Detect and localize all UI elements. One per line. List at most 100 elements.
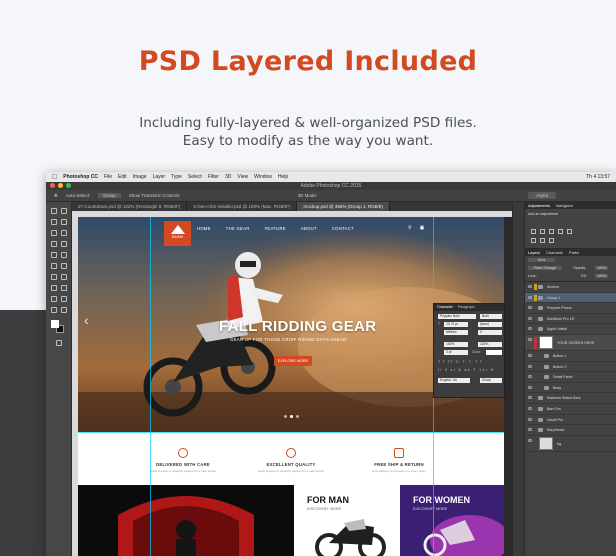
shape-icon[interactable] — [61, 296, 67, 302]
layer-row[interactable]: MacBook Pro 16" — [525, 314, 616, 325]
eye-icon[interactable] — [528, 306, 532, 310]
transform-controls-checkbox[interactable]: Show Transform Controls — [129, 193, 180, 198]
minimize-window-icon[interactable] — [58, 183, 63, 188]
leading-input[interactable]: (Auto) — [478, 322, 502, 327]
auto-select-checkbox[interactable]: Auto-Select: — [66, 193, 91, 198]
menu-image[interactable]: Image — [133, 174, 147, 180]
group-select[interactable]: Group — [98, 193, 121, 198]
close-window-icon[interactable] — [50, 183, 55, 188]
tile-featured[interactable] — [78, 485, 294, 556]
eye-icon[interactable] — [528, 396, 532, 400]
menu-file[interactable]: File — [104, 174, 112, 180]
color-balance-icon[interactable] — [540, 238, 545, 243]
menu-filter[interactable]: Filter — [208, 174, 219, 180]
menu-photoshop[interactable]: Photoshop CC — [63, 174, 98, 180]
magic-wand-icon[interactable] — [61, 219, 67, 225]
menu-layer[interactable]: Layer — [153, 174, 166, 180]
vibrance-icon[interactable] — [567, 229, 572, 234]
hand-icon[interactable] — [51, 307, 57, 313]
gradient-icon[interactable] — [61, 263, 67, 269]
language-select[interactable]: English: UK — [438, 378, 470, 383]
nav-home[interactable]: HOME — [197, 226, 211, 231]
tab-navigator[interactable]: Navigator — [556, 202, 573, 209]
blur-icon[interactable] — [51, 274, 57, 280]
layer-row[interactable]: Button 2 — [525, 362, 616, 373]
layer-row[interactable]: Archive — [525, 282, 616, 293]
menu-edit[interactable]: Edit — [118, 174, 127, 180]
font-style-select[interactable]: Bold — [480, 314, 502, 319]
doc-tab-countdown[interactable]: 27-Countdown.psd @ 122% (Rectangle 8, RG… — [72, 202, 188, 211]
menu-window[interactable]: Window — [254, 174, 272, 180]
lasso-icon[interactable] — [51, 219, 57, 225]
layer-row[interactable]: Rainbow Status Bars — [525, 393, 616, 404]
menu-type[interactable]: Type — [171, 174, 182, 180]
quick-mask-icon[interactable] — [56, 340, 62, 346]
dodge-icon[interactable] — [61, 274, 67, 280]
eye-icon[interactable] — [528, 417, 532, 421]
eyedropper-icon[interactable] — [61, 230, 67, 236]
doc-tab-mockup[interactable]: mockup.psd @ 456% (Group 1, RGB/8) — [297, 202, 390, 211]
guide-line[interactable] — [150, 217, 151, 556]
font-family-select[interactable]: Poppins Bold — [438, 314, 476, 319]
ruler-left[interactable] — [72, 217, 78, 556]
eye-icon[interactable] — [528, 364, 532, 368]
eye-icon[interactable] — [528, 337, 532, 341]
slider-dot[interactable] — [289, 415, 293, 418]
nav-contact[interactable]: CONTACT — [332, 226, 354, 231]
eye-icon[interactable] — [528, 428, 532, 432]
layer-row[interactable]: Inbuilt Pro — [525, 415, 616, 426]
text-style-buttons[interactable]: T T TT Tr T' T, T T — [438, 360, 483, 364]
eye-icon[interactable] — [528, 295, 532, 299]
tab-character[interactable]: Character — [437, 304, 453, 311]
layer-row[interactable]: Bars Sm — [525, 404, 616, 415]
menu-select[interactable]: Select — [188, 174, 202, 180]
eye-icon[interactable] — [528, 375, 532, 379]
fill-input[interactable]: 100% — [595, 274, 609, 278]
kind-filter-select[interactable]: Kind — [528, 258, 556, 262]
workspace-preset-select[interactable]: Joyful — [528, 192, 556, 199]
tab-adjustments[interactable]: Adjustments — [528, 202, 550, 209]
black-white-icon[interactable] — [549, 238, 554, 243]
marquee-icon[interactable] — [61, 208, 67, 214]
type-icon[interactable] — [61, 285, 67, 291]
move-icon[interactable] — [51, 208, 57, 214]
search-icon[interactable]: ⚲ — [408, 225, 412, 231]
menu-help[interactable]: Help — [278, 174, 288, 180]
nav-feature[interactable]: FEATURE — [265, 226, 286, 231]
zoom-icon[interactable] — [61, 307, 67, 313]
curves-icon[interactable] — [549, 229, 554, 234]
layer-row[interactable]: bg — [525, 436, 616, 452]
explore-more-button[interactable]: EXPLORE MORE — [274, 356, 312, 366]
path-select-icon[interactable] — [51, 296, 57, 302]
vertical-scale-input[interactable]: 100% — [444, 342, 468, 347]
tile-for-women[interactable]: FOR WOMEN DISCOVERY MORE — [400, 485, 504, 556]
hue-icon[interactable] — [531, 238, 536, 243]
tab-layers[interactable]: Layers — [528, 249, 540, 256]
brush-icon[interactable] — [61, 241, 67, 247]
eye-icon[interactable] — [528, 353, 532, 357]
ruler-top[interactable] — [72, 211, 512, 217]
slider-dot[interactable] — [283, 415, 287, 418]
menu-view[interactable]: View — [237, 174, 248, 180]
antialias-select[interactable]: Sharp — [480, 378, 502, 383]
history-brush-icon[interactable] — [61, 252, 67, 258]
opentype-buttons[interactable]: fi ∂ st A ad T 1st ½ — [438, 368, 495, 372]
nav-the-gear[interactable]: THE GEAR — [226, 226, 250, 231]
tracking-input[interactable]: 0 — [478, 330, 502, 335]
guide-line[interactable] — [78, 432, 504, 433]
eye-icon[interactable] — [528, 285, 532, 288]
text-color-swatch[interactable] — [486, 350, 502, 355]
cart-icon[interactable]: ▣ — [420, 225, 425, 231]
crop-icon[interactable] — [51, 230, 57, 236]
brightness-icon[interactable] — [531, 229, 536, 234]
slider-prev-icon[interactable]: ‹ — [84, 312, 89, 328]
horizontal-scale-input[interactable]: 100% — [478, 342, 502, 347]
eye-icon[interactable] — [528, 438, 532, 442]
foreground-color-swatch[interactable] — [51, 320, 59, 328]
healing-icon[interactable] — [51, 241, 57, 247]
layer-row[interactable]: Button 1 — [525, 351, 616, 362]
layer-row[interactable]: Earphones — [525, 425, 616, 436]
tab-channels[interactable]: Channels — [546, 249, 563, 256]
maximize-window-icon[interactable] — [66, 183, 71, 188]
pen-icon[interactable] — [51, 285, 57, 291]
